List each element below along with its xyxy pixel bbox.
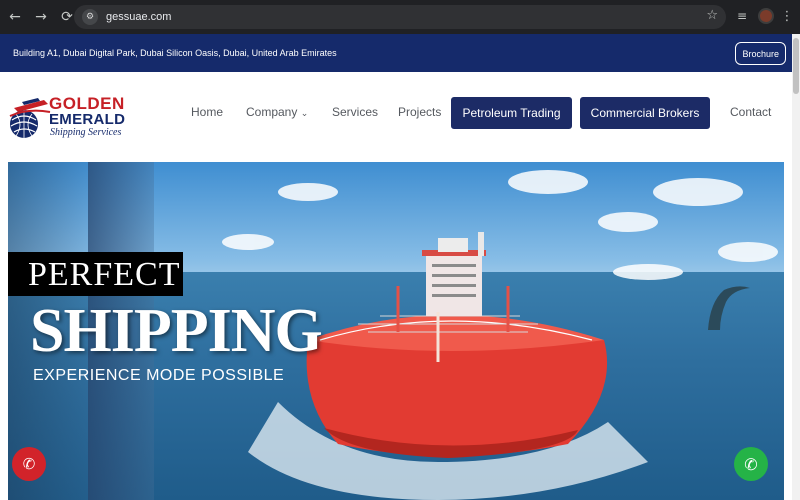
page-scrollbar[interactable] <box>792 34 800 500</box>
hero-headline-shipping: SHIPPING <box>30 297 323 365</box>
hero-subheadline: EXPERIENCE MODE POSSIBLE <box>33 367 285 384</box>
top-info-bar: Building A1, Dubai Digital Park, Dubai S… <box>0 34 792 72</box>
chevron-down-icon: ⌄ <box>300 109 309 119</box>
browser-menu-icon[interactable]: ⋮ <box>780 9 794 24</box>
petroleum-trading-button[interactable]: Petroleum Trading <box>451 97 572 129</box>
commercial-brokers-button[interactable]: Commercial Brokers <box>580 97 710 129</box>
url-text[interactable]: gessuae.com <box>106 11 171 23</box>
address-bar[interactable]: ⚙ gessuae.com ☆ <box>74 5 726 29</box>
brochure-button[interactable]: Brochure <box>735 42 786 65</box>
nav-projects[interactable]: Projects <box>398 105 441 119</box>
browser-toolbar: ← → ⟳ ⚙ gessuae.com ☆ ≡ ⋮ <box>0 0 800 34</box>
phone-icon: ✆ <box>22 455 36 473</box>
nav-home[interactable]: Home <box>191 105 223 119</box>
call-button[interactable]: ✆ <box>12 447 46 481</box>
forward-icon[interactable]: → <box>30 6 52 28</box>
nav-company[interactable]: Company ⌄ <box>246 105 308 119</box>
whatsapp-icon: ✆ <box>744 454 758 474</box>
nav-contact[interactable]: Contact <box>730 105 771 119</box>
back-icon[interactable]: ← <box>4 6 26 28</box>
profile-avatar[interactable] <box>758 8 774 24</box>
company-address: Building A1, Dubai Digital Park, Dubai S… <box>13 48 337 58</box>
main-nav: Home Company ⌄ Services Projects Petrole… <box>0 72 792 162</box>
media-controls-icon[interactable]: ≡ <box>732 6 752 26</box>
scrollbar-thumb[interactable] <box>793 38 799 94</box>
bookmark-star-icon[interactable]: ☆ <box>706 8 718 23</box>
hero-headline-perfect: PERFECT <box>28 256 181 293</box>
site-header: GOLDEN EMERALD Shipping Services Home Co… <box>0 72 792 162</box>
toolbar-actions: ≡ ⋮ <box>732 6 794 26</box>
hero-banner: PERFECT SHIPPING EXPERIENCE MODE POSSIBL… <box>8 162 784 500</box>
nav-company-label: Company <box>246 105 298 119</box>
whatsapp-button[interactable]: ✆ <box>734 447 768 481</box>
nav-services[interactable]: Services <box>332 105 378 119</box>
site-info-icon[interactable]: ⚙ <box>82 9 98 25</box>
